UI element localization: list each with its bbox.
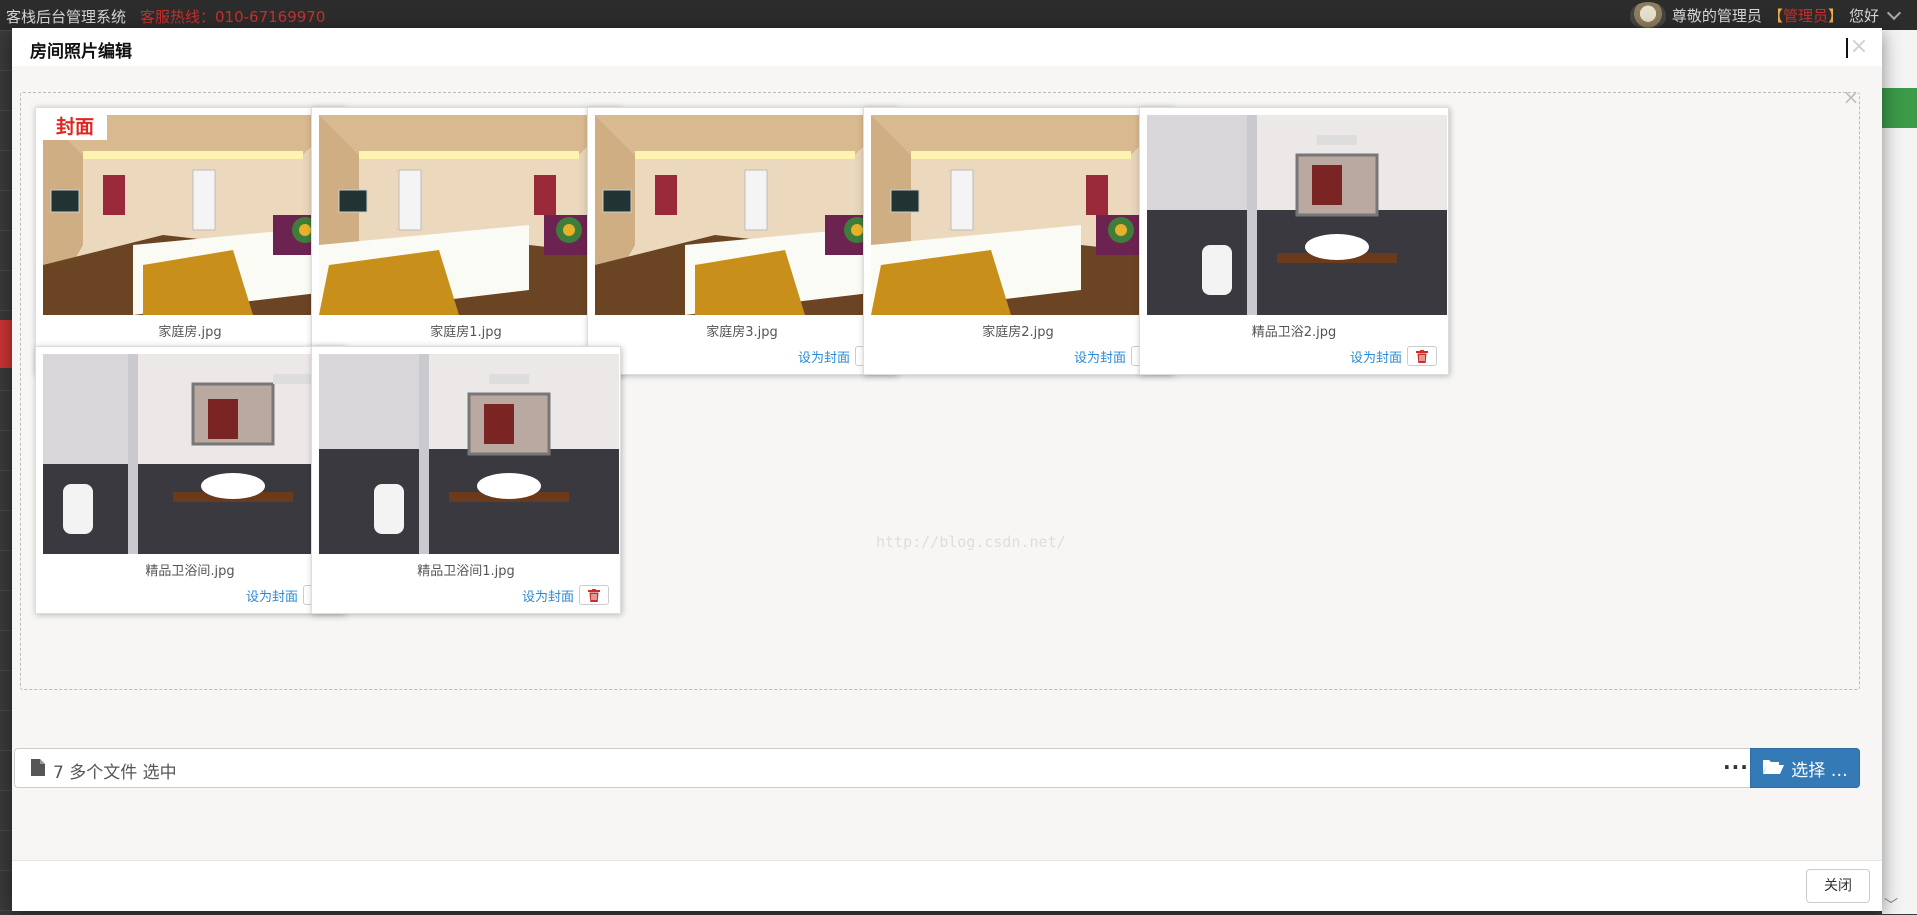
modal-header: 房间照片编辑 × [12, 28, 1882, 67]
photo-thumbnail: 封面家庭房.jpg设为封面 [35, 107, 345, 375]
photo-thumbnail: 精品卫浴2.jpg 设为封面 [1139, 107, 1449, 375]
background-active-menu [0, 320, 12, 368]
background-page [1882, 30, 1917, 914]
trash-icon [588, 588, 600, 602]
photo-filename: 精品卫浴间.jpg [145, 564, 235, 579]
set-cover-link[interactable]: 设为封面 [522, 586, 574, 605]
more-icon[interactable]: ··· [1723, 757, 1749, 777]
bedroom-photo [319, 115, 619, 315]
photo-thumbnail: 精品卫浴间1.jpg 设为封面 [311, 346, 621, 614]
trash-icon [1416, 349, 1428, 363]
set-cover-link[interactable]: 设为封面 [1074, 347, 1126, 366]
folder-open-icon [1762, 758, 1785, 779]
service-hotline: 客服热线：010-67169970 [140, 8, 326, 26]
photo-edit-modal: 房间照片编辑 × × http://blog.csdn.net/ 封面 家庭房.… [12, 28, 1882, 911]
photo-filename: 家庭房2.jpg [982, 325, 1054, 340]
bathroom-photo [1147, 115, 1447, 315]
top-navbar: 客栈后台管理系统 客服热线：010-67169970 尊敬的管理员 【管理员】 … [0, 0, 1917, 30]
user-menu[interactable]: 尊敬的管理员 【管理员】 您好 [1629, 2, 1903, 28]
browse-button[interactable]: 选择 … [1750, 748, 1860, 788]
photo-filename: 精品卫浴2.jpg [1251, 325, 1337, 340]
cover-badge: 封面 [43, 115, 107, 140]
photo-actions: 设为封面 [522, 585, 609, 605]
role-label: 管理员 [1782, 6, 1828, 25]
background-header-band [1882, 88, 1917, 128]
photo-thumbnail: 家庭房1.jpg设为封面 [311, 107, 621, 375]
delete-button[interactable] [1407, 346, 1437, 366]
file-input-group[interactable]: 7 多个文件 选中 ··· 选择 … [14, 748, 1860, 788]
bedroom-photo [595, 115, 895, 315]
photo-filename: 精品卫浴间1.jpg [417, 564, 515, 579]
bathroom-photo [319, 354, 619, 554]
greeting-prefix: 尊敬的管理员 [1671, 6, 1762, 25]
modal-footer: 关闭 [12, 860, 1882, 911]
delete-button[interactable] [579, 585, 609, 605]
set-cover-link[interactable]: 设为封面 [798, 347, 850, 366]
close-icon[interactable]: × [1846, 36, 1870, 58]
photo-thumbnail: 精品卫浴间.jpg 设为封面 [35, 346, 345, 614]
set-cover-link[interactable]: 设为封面 [1350, 347, 1402, 366]
set-cover-link[interactable]: 设为封面 [246, 586, 298, 605]
photo-filename: 家庭房1.jpg [430, 325, 502, 340]
greeting-suffix: 您好 [1848, 6, 1879, 25]
role-bracket-close: 】 [1827, 6, 1843, 25]
scroll-down-arrow[interactable]: ﹀ [1884, 895, 1898, 915]
photo-thumbnail: 家庭房2.jpg 设为封面 [863, 107, 1173, 375]
close-button[interactable]: 关闭 [1806, 869, 1870, 903]
file-caption: 7 多个文件 选中 [53, 763, 177, 783]
browse-label: 选择 … [1791, 760, 1848, 781]
chevron-down-icon[interactable] [1886, 5, 1902, 21]
modal-title: 房间照片编辑 [30, 42, 132, 62]
photo-filename: 家庭房.jpg [158, 325, 222, 340]
photo-filename: 家庭房3.jpg [706, 325, 778, 340]
watermark: http://blog.csdn.net/ [876, 533, 1066, 551]
background-sidebar [0, 30, 12, 914]
photo-actions: 设为封面 [1350, 346, 1437, 366]
preview-close-icon[interactable]: × [1841, 87, 1861, 107]
file-icon [31, 759, 45, 780]
role-bracket-open: 【 [1767, 6, 1783, 25]
app-title: 客栈后台管理系统 [6, 8, 127, 26]
file-preview-area: × http://blog.csdn.net/ 封面家庭房.jpg 设为封面 [20, 87, 1860, 690]
bathroom-photo [43, 354, 343, 554]
bedroom-photo [871, 115, 1171, 315]
avatar [1629, 2, 1666, 28]
photo-thumbnail: 家庭房3.jpg 设为封面 [587, 107, 897, 375]
bedroom-photo: 封面 [43, 115, 343, 315]
modal-body: × http://blog.csdn.net/ 封面家庭房.jpg 设为封面 [12, 66, 1882, 860]
